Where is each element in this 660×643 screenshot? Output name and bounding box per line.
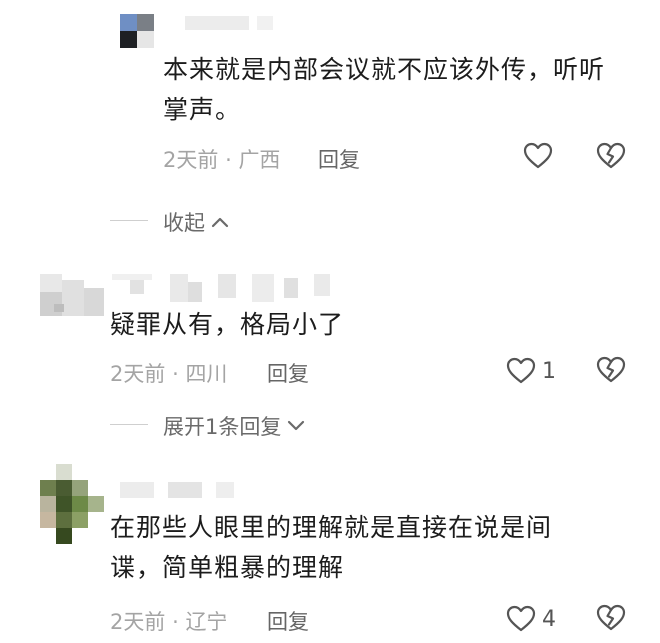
broken-heart-icon (596, 604, 626, 631)
like-button[interactable]: 1 (506, 356, 566, 386)
like-button[interactable]: 4 (506, 604, 566, 634)
comment-text: 本来就是内部会议就不应该外传，听听 掌声。 (163, 50, 643, 130)
heart-outline-icon (506, 357, 536, 384)
meta-separator: · (172, 610, 179, 634)
expand-replies-button[interactable]: 展开1条回复 (163, 411, 305, 441)
comment-location: 广西 (238, 148, 281, 172)
fold-divider (110, 424, 148, 425)
heart-outline-icon (523, 142, 553, 169)
avatar[interactable] (40, 274, 104, 324)
comment-time: 2天前 (110, 362, 166, 386)
chevron-down-icon (288, 420, 305, 431)
collapse-replies-button[interactable]: 收起 (163, 207, 229, 237)
comment-text-line: 谍，简单粗暴的理解 (110, 553, 345, 582)
reply-button[interactable]: 回复 (267, 606, 309, 636)
like-button[interactable] (523, 142, 553, 170)
reply-button[interactable]: 回复 (267, 358, 309, 388)
chevron-up-icon (211, 217, 229, 228)
broken-heart-icon (596, 142, 626, 169)
avatar[interactable] (40, 464, 104, 546)
fold-divider (110, 220, 148, 221)
comment-meta: 2天前 · 四川 (110, 358, 227, 388)
meta-separator: · (225, 148, 232, 172)
comment-meta: 2天前 · 广西 (163, 144, 280, 174)
username-blurred[interactable] (185, 16, 285, 30)
dislike-button[interactable] (596, 356, 626, 384)
comment-location: 四川 (185, 362, 228, 386)
meta-separator: · (172, 362, 179, 386)
comment-text-line: 在那些人眼里的理解就是直接在说是间 (110, 513, 553, 542)
dislike-button[interactable] (596, 604, 626, 632)
broken-heart-icon (596, 356, 626, 383)
comment-text-line: 掌声。 (163, 95, 242, 124)
comment-time: 2天前 (163, 148, 219, 172)
comment-text-line: 疑罪从有，格局小了 (110, 310, 345, 339)
comment-text: 疑罪从有，格局小了 (110, 305, 630, 345)
username-blurred[interactable] (120, 482, 240, 500)
comment-text: 在那些人眼里的理解就是直接在说是间 谍，简单粗暴的理解 (110, 508, 630, 588)
like-count: 4 (542, 606, 556, 632)
username-blurred[interactable] (112, 274, 332, 304)
heart-outline-icon (506, 605, 536, 632)
comment-time: 2天前 (110, 610, 166, 634)
collapse-label: 收起 (163, 211, 205, 235)
comment-text-line: 本来就是内部会议就不应该外传，听听 (163, 55, 606, 84)
comment-location: 辽宁 (185, 610, 228, 634)
like-count: 1 (542, 358, 556, 384)
avatar[interactable] (120, 14, 154, 48)
dislike-button[interactable] (596, 142, 626, 170)
comment-meta: 2天前 · 辽宁 (110, 606, 227, 636)
expand-label: 展开1条回复 (163, 415, 282, 439)
reply-button[interactable]: 回复 (318, 144, 360, 174)
